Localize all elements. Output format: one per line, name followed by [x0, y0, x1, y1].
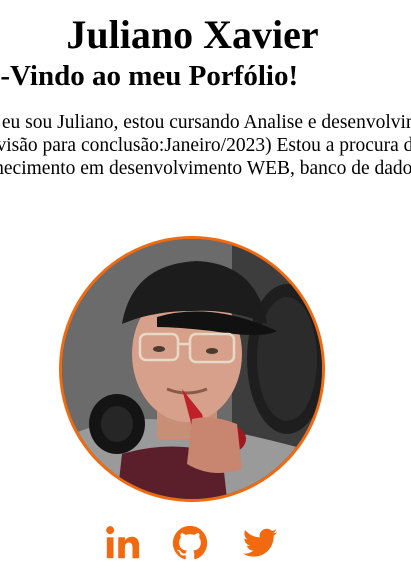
github-link[interactable] [171, 524, 209, 562]
github-icon [172, 525, 208, 560]
page-title: Juliano Xavier [66, 12, 319, 57]
social-links [104, 524, 284, 564]
page: Juliano Xavier Bem-Vindo ao meu Porfólio… [0, 0, 411, 571]
welcome-heading: Bem-Vindo ao meu Porfólio! [0, 60, 299, 92]
avatar [59, 236, 325, 502]
bio-line-2: (Previsão para conclusão:Janeiro/2023) E… [0, 135, 411, 156]
bio-line-3: conhecimento em desenvolvimento WEB, ban… [0, 158, 411, 179]
bio-line-1: Olá, eu sou Juliano, estou cursando Anal… [0, 112, 411, 133]
twitter-link[interactable] [241, 524, 279, 562]
linkedin-icon [106, 526, 140, 559]
twitter-icon [242, 528, 278, 557]
linkedin-link[interactable] [104, 524, 142, 562]
avatar-photo [62, 239, 322, 499]
